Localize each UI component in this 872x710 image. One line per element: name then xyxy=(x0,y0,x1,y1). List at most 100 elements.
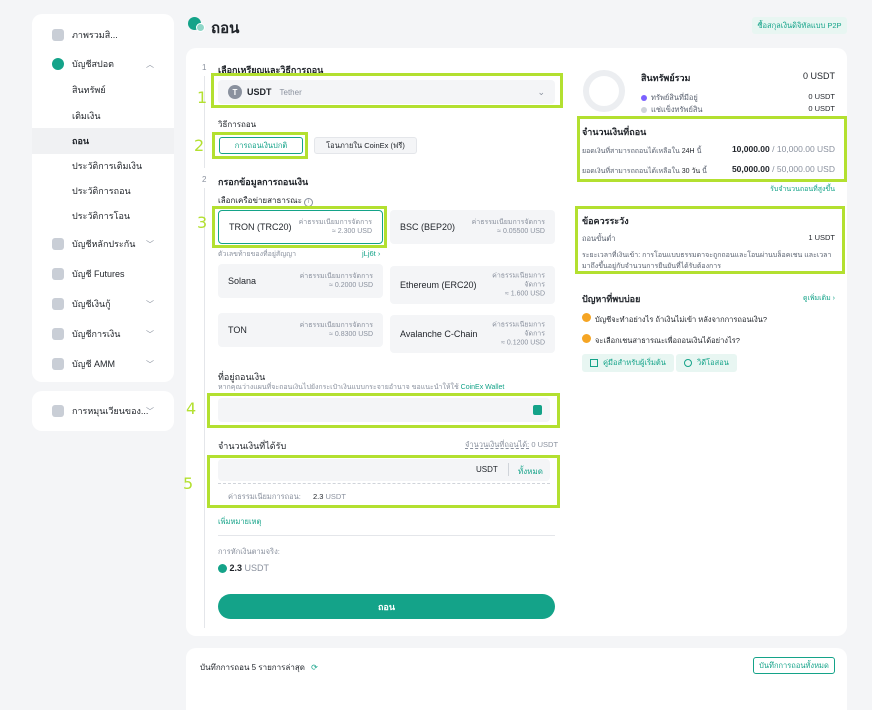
asset-donut-chart xyxy=(583,70,625,112)
network-ton[interactable]: TON ค่าธรรมเนียมการจัดการ ≈ 0.8300 USD xyxy=(218,313,383,347)
legend-dot xyxy=(641,107,647,114)
highlight-box xyxy=(212,132,308,159)
highlight-number: 4 xyxy=(186,399,197,418)
network-fee: ค่าธรรมเนียมการจัดการ ≈ 0.1200 USD xyxy=(492,321,545,347)
sidebar-item-futures[interactable]: บัญชี Futures xyxy=(32,261,174,287)
actual-label: การหักเงินตามจริง: xyxy=(218,547,280,556)
chevron-down-icon: ﹀ xyxy=(146,406,154,416)
network-fee: ค่าธรรมเนียมการจัดการ ≈ 0.2000 USD xyxy=(299,273,373,289)
withdraw-button[interactable]: ถอน xyxy=(218,594,555,619)
sidebar-item-label: บัญชีหลักประกัน xyxy=(72,239,136,249)
network-fee: ค่าธรรมเนียมการจัดการ ≈ 0.8300 USD xyxy=(299,322,373,338)
chevron-down-icon: ﹀ xyxy=(146,239,154,249)
total-assets-value: 0 USDT xyxy=(802,71,835,81)
question-icon xyxy=(582,334,591,343)
network-ethereum[interactable]: Ethereum (ERC20) ค่าธรรมเนียมการจัดการ ≈ … xyxy=(390,266,555,304)
spot-account-icon xyxy=(52,58,64,70)
loan-icon xyxy=(52,298,64,310)
sidebar-item-amm[interactable]: บัญชี AMM ﹀ xyxy=(32,351,174,377)
highlight-number: 5 xyxy=(183,474,194,493)
sidebar: ภาพรวมสิ... บัญชีสปอต ︿ สินทรัพย์ เติมเง… xyxy=(32,14,174,382)
raise-limit-link[interactable]: รับจำนวนถอนที่สูงขึ้น xyxy=(740,184,835,195)
sidebar-item-spot-account[interactable]: บัญชีสปอต ︿ xyxy=(32,51,174,77)
question-icon xyxy=(582,313,591,322)
all-history-button[interactable]: บันทึกการถอนทั้งหมด xyxy=(753,657,835,674)
sidebar-item-label: บัญชี Futures xyxy=(72,269,125,279)
highlight-number: 1 xyxy=(197,88,208,107)
faq-question[interactable]: จะเลือกเชนสาธารณะเพื่อถอนเงินได้อย่างไร? xyxy=(595,335,740,347)
beginner-guide-button[interactable]: คู่มือสำหรับผู้เริ่มต้น xyxy=(582,354,674,372)
sidebar-secondary: การหมุนเวียนของ... ﹀ xyxy=(32,391,174,431)
sidebar-item-assets[interactable]: สินทรัพย์ xyxy=(32,77,174,103)
network-solana[interactable]: Solana ค่าธรรมเนียมการจัดการ ≈ 0.2000 USD xyxy=(218,264,383,298)
sidebar-item-transfer-history[interactable]: ประวัติการโอน xyxy=(32,203,174,229)
highlight-box xyxy=(207,455,560,508)
network-avalanche[interactable]: Avalanche C-Chain ค่าธรรมเนียมการจัดการ ≈… xyxy=(390,315,555,353)
sidebar-item-label: บัญชี AMM xyxy=(72,359,115,369)
highlight-box xyxy=(212,206,387,248)
overview-icon xyxy=(52,29,64,41)
finance-icon xyxy=(52,328,64,340)
sidebar-item-finance[interactable]: บัญชีการเงิน ﹀ xyxy=(32,321,174,347)
actual-amount: 2.3 USDT xyxy=(218,563,269,574)
legend-dot xyxy=(641,95,647,102)
contract-link[interactable]: jLj6t › xyxy=(362,249,380,258)
sidebar-item-margin[interactable]: บัญชีหลักประกัน ﹀ xyxy=(32,231,174,257)
video-tutorial-button[interactable]: วิดีโอสอน xyxy=(676,354,737,372)
address-hint: หากคุณว่างแผนที่จะถอนเงินไปยังกระเป๋าเงิ… xyxy=(218,384,505,391)
sidebar-item-withdraw-history[interactable]: ประวัติการถอน xyxy=(32,178,174,204)
tab-internal-transfer[interactable]: โอนภายใน CoinEx (ฟรี) xyxy=(314,137,417,154)
contract-hint: ตัวเลขท้ายของที่อยู่สัญญา xyxy=(218,251,297,258)
circulation-icon xyxy=(52,405,64,417)
network-bsc[interactable]: BSC (BEP20) ค่าธรรมเนียมการจัดการ ≈ 0.055… xyxy=(390,210,555,244)
sidebar-item-overview[interactable]: ภาพรวมสิ... xyxy=(32,22,174,48)
method-label: วิธีการถอน xyxy=(218,120,257,129)
sidebar-item-label: การหมุนเวียนของ... xyxy=(72,406,149,416)
chevron-down-icon: ﹀ xyxy=(146,329,154,339)
receive-label: จำนวนเงินที่ได้รับ xyxy=(218,441,287,451)
total-assets-label: สินทรัพย์รวม xyxy=(641,73,691,83)
chevron-up-icon: ︿ xyxy=(146,59,154,69)
available-assets-value: 0 USDT xyxy=(808,92,835,101)
futures-icon xyxy=(52,268,64,280)
network-name: BSC (BEP20) xyxy=(400,222,456,232)
chevron-down-icon: ﹀ xyxy=(146,299,154,309)
frozen-assets-value: 0 USDT xyxy=(808,104,835,113)
sidebar-item-label: บัญชีสปอต xyxy=(72,59,114,69)
amm-icon xyxy=(52,358,64,370)
network-name: Solana xyxy=(228,276,257,286)
book-icon xyxy=(590,359,598,367)
step-number: 1 xyxy=(202,63,207,72)
step2-title: กรอกข้อมูลการถอนเงิน xyxy=(218,177,309,187)
step-line xyxy=(204,188,205,628)
sidebar-item-circulation[interactable]: การหมุนเวียนของ... ﹀ xyxy=(32,398,174,424)
sidebar-item-deposit[interactable]: เติมเงิน xyxy=(32,103,174,129)
divider xyxy=(218,535,555,536)
play-icon xyxy=(684,359,692,367)
add-note-link[interactable]: เพิ่มหมายเหตุ xyxy=(218,516,261,528)
refresh-icon[interactable]: ⟳ xyxy=(311,663,318,672)
p2p-button[interactable]: ซื้อสกุลเงินดิจิทัลแบบ P2P xyxy=(752,17,847,34)
sidebar-item-loan[interactable]: บัญชีเงินกู้ ﹀ xyxy=(32,291,174,317)
highlight-box xyxy=(207,393,560,428)
highlight-box xyxy=(577,116,847,182)
page-title: ถอน xyxy=(211,20,240,37)
faq-title: ปัญหาที่พบบ่อย xyxy=(582,294,641,304)
coinex-wallet-link[interactable]: CoinEx Wallet xyxy=(461,384,505,391)
sidebar-item-label: บัญชีเงินกู้ xyxy=(72,299,111,309)
network-name: Avalanche C-Chain xyxy=(400,329,478,339)
available-assets-label: ทรัพย์สินที่มีอยู่ xyxy=(641,92,698,104)
highlight-number: 3 xyxy=(197,213,208,232)
highlight-box xyxy=(211,73,563,108)
network-fee: ค่าธรรมเนียมการจัดการ ≈ 0.05500 USD xyxy=(471,219,545,235)
sidebar-item-withdraw[interactable]: ถอน xyxy=(32,128,174,154)
history-card xyxy=(186,648,847,710)
sidebar-item-label: บัญชีการเงิน xyxy=(72,329,121,339)
sidebar-item-deposit-history[interactable]: ประวัติการเติมเงิน xyxy=(32,153,174,179)
withdraw-icon xyxy=(188,17,205,32)
network-name: TON xyxy=(228,325,247,335)
highlight-box xyxy=(575,206,845,274)
faq-question[interactable]: บัญชีจะทำอย่างไร ถ้าเงินไม่เข้า หลังจากก… xyxy=(595,314,767,326)
faq-more-link[interactable]: ดูเพิ่มเติม › xyxy=(780,293,835,304)
frozen-assets-label: แช่แข็งทรัพย์สิน xyxy=(641,104,703,116)
